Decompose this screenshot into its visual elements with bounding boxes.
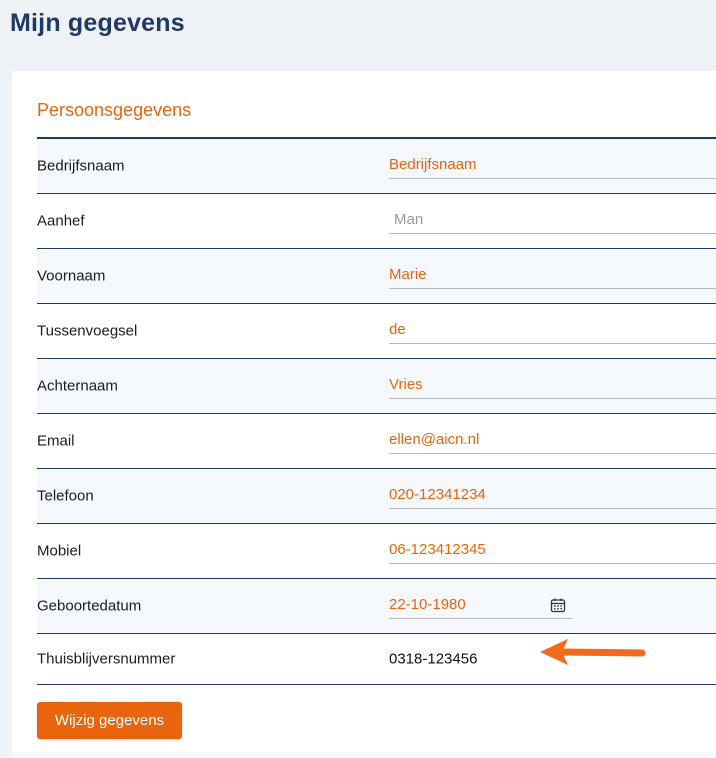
mobiel-input[interactable]: 06-123412345 — [389, 535, 716, 564]
telefoon-input[interactable]: 020-12341234 — [389, 480, 716, 509]
field-label: Achternaam — [37, 377, 118, 395]
section-title: Persoonsgegevens — [37, 100, 192, 120]
field-label: Tussenvoegsel — [37, 322, 138, 340]
field-label: Geboortedatum — [37, 597, 142, 615]
form-row-voornaam: Voornaam Marie — [37, 249, 716, 304]
voornaam-input[interactable]: Marie — [389, 260, 716, 289]
achternaam-input[interactable]: Vries — [389, 370, 716, 399]
field-label: Telefoon — [37, 487, 94, 505]
field-label: Email — [37, 432, 75, 450]
card-footer — [12, 752, 716, 758]
field-label: Voornaam — [37, 267, 106, 285]
bedrijfsnaam-input[interactable]: Bedrijfsnaam — [389, 150, 716, 179]
field-label: Mobiel — [37, 542, 82, 560]
email-input[interactable]: ellen@aicn.nl — [389, 425, 716, 454]
aanhef-select[interactable]: Man — [389, 205, 716, 234]
field-label: Aanhef — [37, 212, 85, 230]
field-label: Thuisblijversnummer — [37, 650, 176, 668]
form-row-aanhef: Aanhef Man — [37, 194, 716, 249]
form-row-achternaam: Achternaam Vries — [37, 359, 716, 414]
form-row-geboortedatum: Geboortedatum 22-10-1980 — [37, 579, 716, 634]
page-title: Mijn gegevens — [10, 9, 185, 37]
tussenvoegsel-input[interactable]: de — [389, 315, 716, 344]
thuisblijversnummer-value: 0318-123456 — [389, 650, 478, 668]
form-row-bedrijfsnaam: Bedrijfsnaam Bedrijfsnaam — [37, 139, 716, 194]
geboortedatum-input[interactable]: 22-10-1980 — [389, 590, 572, 619]
calendar-icon[interactable] — [550, 597, 566, 613]
field-label: Bedrijfsnaam — [37, 157, 125, 175]
form-rows: Bedrijfsnaam Bedrijfsnaam Aanhef Man Voo… — [37, 137, 716, 685]
form-row-tussenvoegsel: Tussenvoegsel de — [37, 304, 716, 359]
form-row-mobiel: Mobiel 06-123412345 — [37, 524, 716, 579]
arrow-left-icon — [540, 639, 646, 665]
form-row-email: Email ellen@aicn.nl — [37, 414, 716, 469]
form-row-telefoon: Telefoon 020-12341234 — [37, 469, 716, 524]
wijzig-gegevens-button[interactable]: Wijzig gegevens — [37, 702, 182, 739]
